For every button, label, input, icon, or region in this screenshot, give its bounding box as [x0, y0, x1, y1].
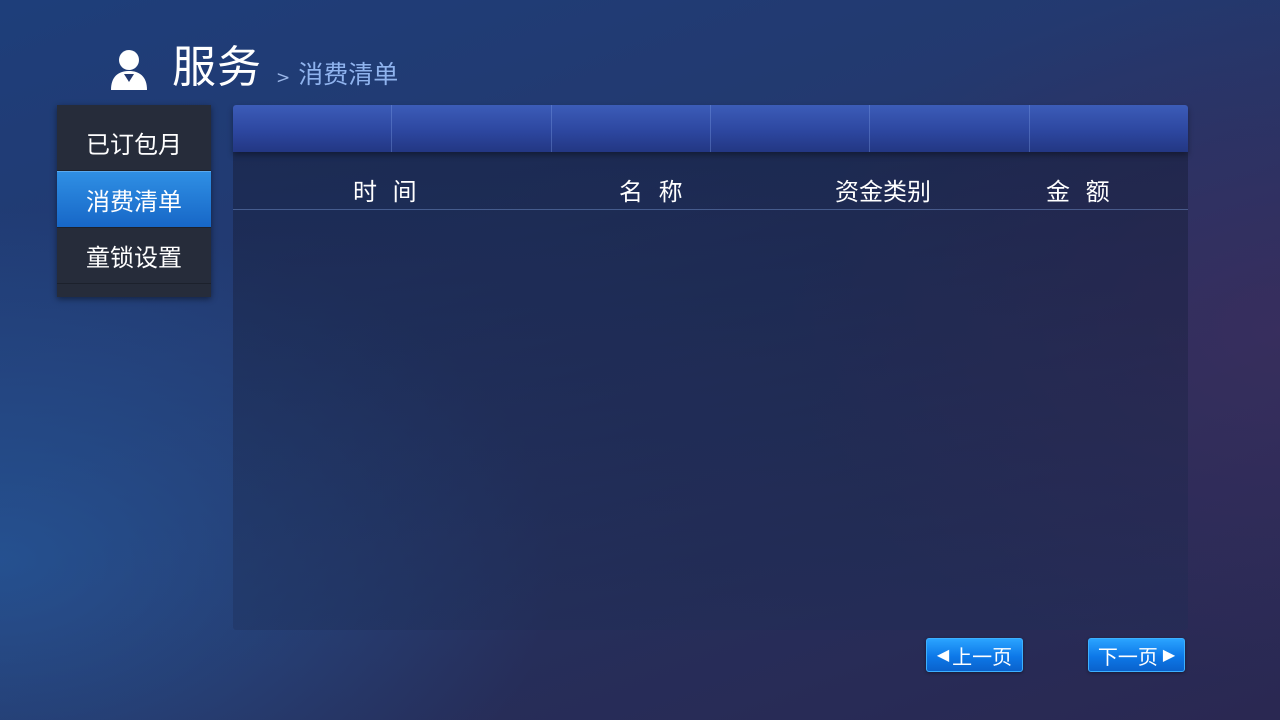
breadcrumb-separator: > — [276, 68, 291, 88]
top-bar-segment — [233, 105, 393, 152]
table-top-bar — [233, 105, 1188, 152]
column-header-name: 名 称 — [619, 178, 687, 206]
triangle-left-icon: ◀ — [936, 645, 950, 664]
column-header-fund-type: 资金类别 — [835, 178, 931, 206]
sidebar-item-monthly-subscription[interactable]: 已订包月 — [57, 105, 211, 171]
sidebar-item-child-lock[interactable]: 童锁设置 — [57, 228, 211, 284]
next-page-label: 下一页 — [1097, 644, 1158, 669]
top-bar-segment — [870, 105, 1030, 152]
triangle-right-icon: ▶ — [1162, 645, 1176, 664]
breadcrumb: 消费清单 — [298, 60, 399, 89]
sidebar-item-consumption-list[interactable]: 消费清单 — [57, 171, 211, 228]
sidebar-item-label: 已订包月 — [86, 131, 182, 159]
sidebar-menu: 已订包月 消费清单 童锁设置 — [57, 105, 211, 297]
next-page-button[interactable]: 下一页 ▶ — [1088, 638, 1185, 672]
user-icon — [108, 46, 150, 94]
sidebar-item-label: 童锁设置 — [86, 244, 182, 272]
column-header-amount: 金 额 — [1046, 178, 1114, 206]
table-header-row: 时 间 名 称 资金类别 金 额 — [233, 167, 1188, 210]
top-bar-segment — [392, 105, 552, 152]
top-bar-segment — [1030, 105, 1188, 152]
sidebar-item-label: 消费清单 — [86, 188, 182, 216]
consumption-table: 时 间 名 称 资金类别 金 额 — [233, 105, 1188, 630]
prev-page-button[interactable]: ◀ 上一页 — [926, 638, 1023, 672]
column-header-time: 时 间 — [353, 178, 421, 206]
page-title: 服务 — [172, 42, 262, 93]
page-header: 服务 > 消费清单 — [108, 34, 398, 94]
top-bar-segment — [552, 105, 711, 152]
top-bar-segment — [711, 105, 871, 152]
prev-page-label: 上一页 — [952, 644, 1013, 669]
